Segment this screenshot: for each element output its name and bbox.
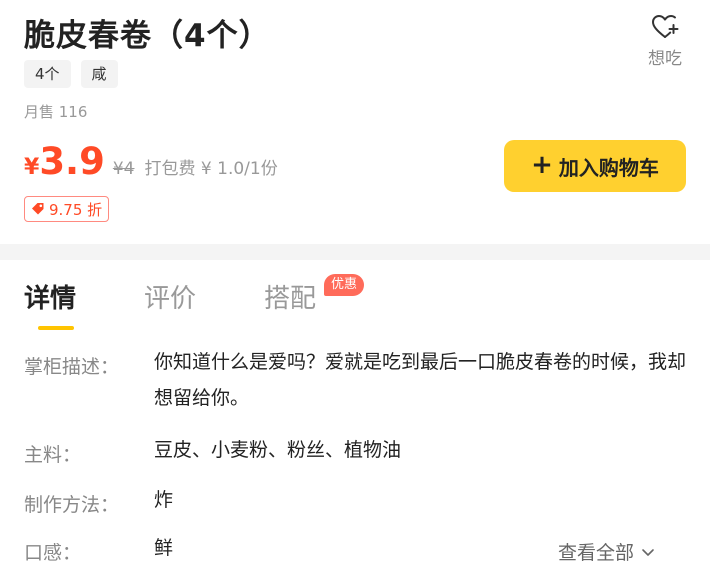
discount-text: 9.75 折 [49,200,103,219]
detail-tabs: 详情 评价 搭配 [0,260,710,340]
product-detail-page: 脆皮春卷（4个） 想吃 4个 咸 月售 116 ¥ 3.9 ¥4 打包费 ¥ 1… [0,0,710,584]
price-currency: ¥ [24,155,40,180]
discount-badge: 9.75 折 [24,196,110,222]
price-value: 3.9 [39,140,105,183]
tab-reviews[interactable]: 评价 [144,278,196,315]
plus-icon: + [531,150,553,180]
view-all-link[interactable]: 查看全部 [558,538,656,565]
detail-label: 掌柜描述： [24,356,120,378]
product-title: 脆皮春卷（4个） [24,18,271,54]
detail-label: 主料： [24,444,82,466]
detail-label: 口感： [24,542,82,564]
view-all-label: 查看全部 [558,542,635,564]
add-to-cart-button[interactable]: + 加入购物车 [504,140,686,192]
product-info: 脆皮春卷（4个） 想吃 4个 咸 月售 116 ¥ 3.9 ¥4 打包费 ¥ 1… [0,0,710,244]
detail-value: 豆皮、小麦粉、粉丝、植物油 [154,439,402,461]
detail-value: 你知道什么是爱吗？爱就是吃到最后一口脆皮春卷的时候，我却想留给你。 [154,351,687,409]
price-row: ¥ 3.9 ¥4 打包费 ¥ 1.0/1份 [24,140,278,183]
wish-label: 想吃 [648,49,682,69]
tag-quantity: 4个 [24,60,71,88]
chevron-down-icon [642,548,654,556]
packing-fee: 打包费 ¥ 1.0/1份 [144,159,278,179]
section-divider [0,244,710,260]
detail-value: 炸 [154,489,174,511]
tab-pairings[interactable]: 搭配 [264,278,316,315]
original-price: ¥4 [112,159,135,179]
tag-icon [32,203,44,215]
promo-badge: 优惠 [324,274,365,296]
active-tab-indicator [38,326,74,330]
add-to-cart-label: 加入购物车 [558,155,659,180]
detail-label: 制作方法： [24,494,120,516]
wish-button[interactable]: 想吃 [640,12,690,69]
tag-flavor: 咸 [80,60,118,88]
product-tags: 4个 咸 [24,60,118,88]
tab-details[interactable]: 详情 [24,278,76,315]
heart-plus-icon [652,15,679,38]
monthly-sales: 月售 116 [24,103,88,121]
